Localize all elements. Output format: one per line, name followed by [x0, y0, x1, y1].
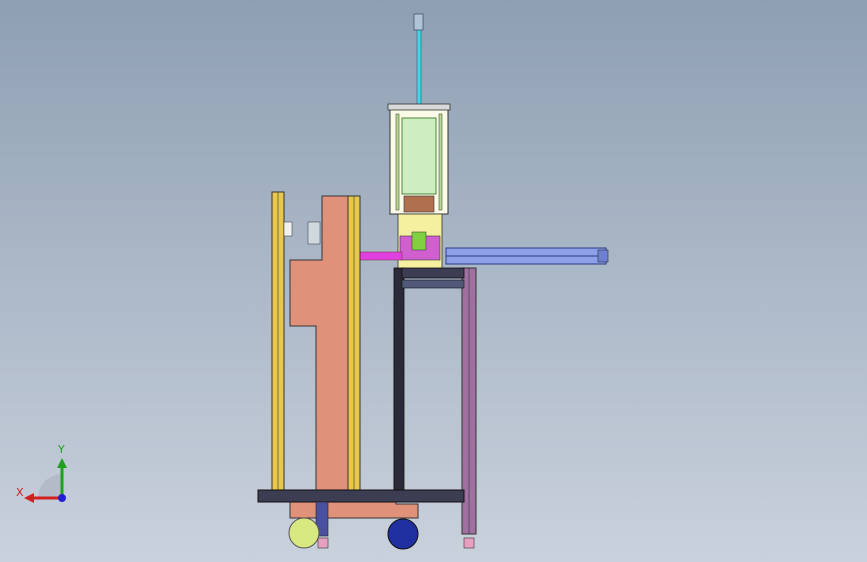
x-axis-label: X — [16, 486, 24, 499]
dark-vertical-frame[interactable] — [393, 267, 405, 491]
dark-wheel[interactable] — [387, 518, 419, 550]
z-axis-dot — [58, 494, 66, 502]
inner-cylinder[interactable] — [401, 117, 437, 195]
foot-right[interactable] — [463, 537, 475, 549]
green-gripper[interactable] — [411, 231, 427, 251]
top-frame-bar[interactable] — [401, 267, 465, 279]
triad-quarter-disc — [38, 474, 62, 498]
base-bar[interactable] — [257, 489, 465, 503]
foot-left[interactable] — [317, 537, 329, 549]
rail-bracket-2[interactable] — [307, 221, 321, 245]
magenta-connector[interactable] — [357, 251, 403, 261]
machine-assembly-model[interactable] — [0, 0, 867, 562]
cad-viewport[interactable]: X Y — [0, 0, 867, 562]
y-axis-label: Y — [58, 443, 65, 456]
top-cylinder-rod[interactable] — [416, 27, 422, 107]
coordinate-triad — [24, 458, 67, 503]
top-rod-fitting[interactable] — [413, 13, 424, 31]
rail-bracket[interactable] — [283, 221, 293, 237]
light-wheel[interactable] — [288, 517, 320, 549]
brown-block[interactable] — [403, 195, 435, 213]
top-frame-plate[interactable] — [387, 103, 451, 111]
top-frame-bar-2[interactable] — [401, 279, 465, 289]
frame-post-right[interactable] — [438, 113, 443, 211]
arm-end-cap[interactable] — [597, 249, 609, 263]
frame-post-left[interactable] — [395, 113, 400, 211]
